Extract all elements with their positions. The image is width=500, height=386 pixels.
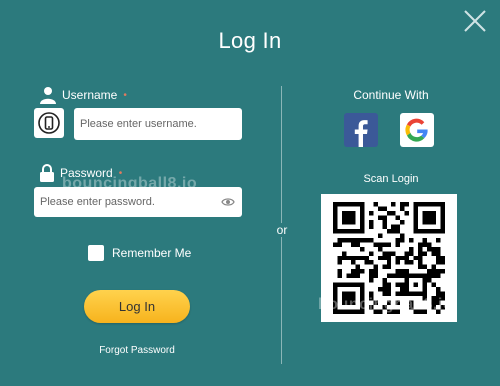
user-icon [40,87,56,104]
forgot-password-link[interactable]: Forgot Password [70,345,204,356]
required-mark: • [123,89,127,101]
remember-me-row[interactable]: Remember Me [88,245,191,261]
or-separator: or [273,223,291,237]
remember-me-label: Remember Me [112,246,192,260]
watermark: bouncingball8.io [318,296,454,313]
username-label-row: Username • [40,86,127,104]
facebook-login-button[interactable] [344,113,378,147]
phone-sync-icon [38,112,60,134]
eye-icon[interactable] [221,196,235,208]
continue-with-label: Continue With [353,88,429,102]
username-label: Username [62,88,118,102]
scan-login-label: Scan Login [363,173,419,185]
facebook-icon [354,120,368,147]
username-input[interactable] [74,108,242,140]
login-button[interactable]: Log In [84,290,190,323]
lock-icon [40,164,54,182]
remember-me-checkbox[interactable] [88,245,104,261]
google-login-button[interactable] [400,113,434,147]
watermark: bouncingball8.io [62,175,198,192]
device-login-button[interactable] [34,108,64,138]
page-title: Log In [218,28,282,53]
google-icon [405,118,428,142]
